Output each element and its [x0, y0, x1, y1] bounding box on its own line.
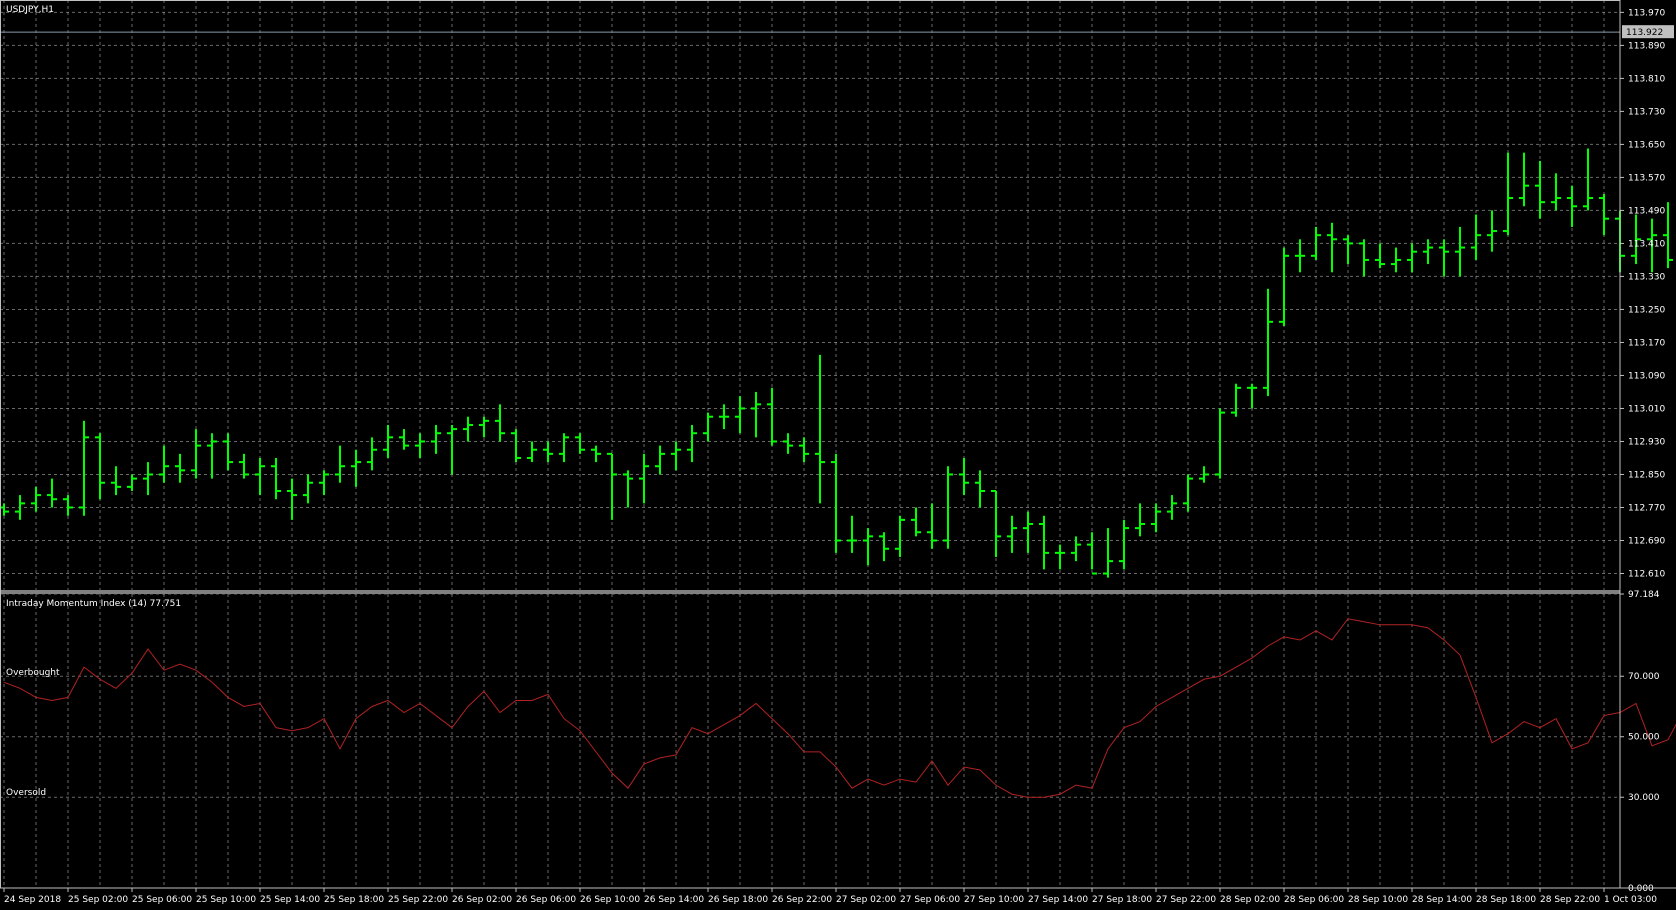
indicator-tick-label: 70.000 [1628, 672, 1660, 682]
time-tick-label: 26 Sep 22:00 [772, 895, 832, 905]
price-tick-label: 113.730 [1628, 107, 1665, 117]
time-tick-label: 27 Sep 10:00 [964, 895, 1024, 905]
pane-separator [0, 590, 1620, 594]
price-tick-label: 113.410 [1628, 239, 1665, 249]
indicator-tick-label: 0.000 [1628, 884, 1654, 894]
time-tick-label: 24 Sep 2018 [4, 895, 61, 905]
price-tick-label: 112.930 [1628, 437, 1665, 447]
time-tick-label: 28 Sep 18:00 [1476, 895, 1536, 905]
price-tick-label: 112.850 [1628, 470, 1665, 480]
time-tick-label: 27 Sep 18:00 [1092, 895, 1152, 905]
time-tick-label: 1 Oct 03:00 [1604, 895, 1657, 905]
price-tick-label: 113.090 [1628, 371, 1665, 381]
chart-canvas[interactable]: 113.970 113.890 113.810 113.730 113.650 113.5… [0, 0, 1676, 910]
price-tick-label: 113.970 [1628, 8, 1665, 18]
price-tick-label: 113.010 [1628, 404, 1665, 414]
indicator-tick-label: 50.000 [1628, 733, 1660, 743]
overbought-label: Overbought [6, 668, 60, 678]
time-tick-label: 28 Sep 22:00 [1540, 895, 1600, 905]
time-tick-label: 25 Sep 02:00 [68, 895, 128, 905]
price-tick-label: 112.610 [1628, 569, 1665, 579]
time-tick-label: 26 Sep 02:00 [452, 895, 512, 905]
time-tick-label: 27 Sep 22:00 [1156, 895, 1216, 905]
time-tick-label: 28 Sep 10:00 [1348, 895, 1408, 905]
price-tick-label: 113.490 [1628, 206, 1665, 216]
time-tick-label: 26 Sep 10:00 [580, 895, 640, 905]
chart-background [0, 0, 1676, 910]
chart-symbol-title: USDJPY,H1 [6, 5, 54, 15]
price-tick-label: 113.570 [1628, 173, 1665, 183]
time-tick-label: 26 Sep 06:00 [516, 895, 576, 905]
price-tick-label: 113.170 [1628, 338, 1665, 348]
indicator-title: Intraday Momentum Index (14) 77.751 [6, 599, 181, 609]
time-tick-label: 27 Sep 02:00 [836, 895, 896, 905]
time-tick-label: 28 Sep 06:00 [1284, 895, 1344, 905]
time-tick-label: 27 Sep 14:00 [1028, 895, 1088, 905]
indicator-tick-label: 97.184 [1628, 590, 1660, 600]
price-tick-label: 112.690 [1628, 536, 1665, 546]
time-tick-label: 25 Sep 22:00 [388, 895, 448, 905]
time-tick-label: 26 Sep 18:00 [708, 895, 768, 905]
time-tick-label: 25 Sep 06:00 [132, 895, 192, 905]
indicator-tick-label: 30.000 [1628, 793, 1660, 803]
current-price-label: 113.922 [1626, 28, 1663, 38]
price-tick-label: 113.650 [1628, 140, 1665, 150]
price-tick-label: 113.890 [1628, 41, 1665, 51]
time-tick-label: 25 Sep 14:00 [260, 895, 320, 905]
time-tick-label: 25 Sep 18:00 [324, 895, 384, 905]
time-tick-label: 25 Sep 10:00 [196, 895, 256, 905]
time-tick-label: 28 Sep 14:00 [1412, 895, 1472, 905]
price-tick-label: 113.250 [1628, 305, 1665, 315]
oversold-label: Oversold [6, 788, 46, 798]
time-tick-label: 28 Sep 02:00 [1220, 895, 1280, 905]
time-tick-label: 27 Sep 06:00 [900, 895, 960, 905]
time-tick-label: 26 Sep 14:00 [644, 895, 704, 905]
price-tick-label: 113.810 [1628, 74, 1665, 84]
price-tick-label: 113.330 [1628, 272, 1665, 282]
price-tick-label: 112.770 [1628, 503, 1665, 513]
